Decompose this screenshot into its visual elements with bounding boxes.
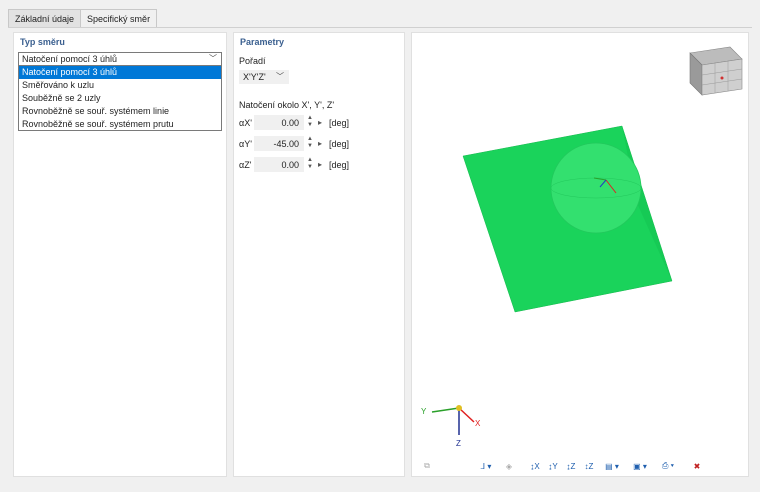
dropdown-option-member-system[interactable]: Rovnoběžně se souř. systémem prutu <box>19 118 221 131</box>
dropdown-option-angles[interactable]: Natočení pomocí 3 úhlů <box>19 66 221 79</box>
alpha-x-label: αX' <box>239 118 252 128</box>
global-axis-triad: Y X Z <box>421 405 481 448</box>
axis-z-label: Z <box>456 439 461 448</box>
rotation-label: Natočení okolo X', Y', Z' <box>239 100 335 110</box>
view-options-icon[interactable]: ◈ <box>500 457 518 475</box>
tab-specific-direction[interactable]: Specifický směr <box>80 9 158 28</box>
view-minus-z-icon[interactable]: ↕Z <box>580 457 598 475</box>
direction-type-title: Typ směru <box>20 37 65 47</box>
chevron-right-icon[interactable]: ▸ <box>318 139 322 148</box>
alpha-z-input[interactable]: 0.00 <box>254 157 304 172</box>
dropdown-option-node[interactable]: Směřováno k uzlu <box>19 79 221 92</box>
parameters-title: Parametry <box>240 37 285 47</box>
axes-dropdown-icon[interactable]: ⅃ ▾ <box>472 457 500 475</box>
print-dropdown-icon[interactable]: ⎙ ▾ <box>654 457 682 475</box>
direction-type-combo[interactable]: Natočení pomocí 3 úhlů ﹀ <box>18 52 222 66</box>
alpha-x-input[interactable]: 0.00 <box>254 115 304 130</box>
axis-y-label: Y <box>421 407 427 416</box>
parameters-panel: Parametry <box>233 32 405 477</box>
dropdown-option-two-nodes[interactable]: Souběžně se 2 uzly <box>19 92 221 105</box>
order-value: X'Y'Z' <box>243 72 266 82</box>
alpha-z-label: αZ' <box>239 160 252 170</box>
direction-type-value: Natočení pomocí 3 úhlů <box>22 54 118 64</box>
chevron-down-icon: ﹀ <box>209 54 217 63</box>
copy-view-icon[interactable]: ⧉ <box>418 457 436 475</box>
alpha-z-unit: [deg] <box>329 160 350 170</box>
view-minus-y-icon[interactable]: ↨Y <box>544 457 562 475</box>
3d-viewport[interactable]: Y X Z <box>412 33 748 457</box>
chevron-down-icon: ﹀ <box>276 72 284 81</box>
view-toolbar: ⧉ ⅃ ▾ ◈ ↨X ↨Y ↨Z ↕Z ▤ ▾ ▣ ▾ ⎙ ▾ ✖ <box>418 457 706 475</box>
dropdown-option-line-system[interactable]: Rovnoběžně se souř. systémem linie <box>19 105 221 118</box>
alpha-y-input[interactable]: -45.00 <box>254 136 304 151</box>
view-panel[interactable]: Y X Z <box>411 32 749 477</box>
tab-content-border <box>8 27 752 28</box>
alpha-x-spinner[interactable]: ▲ ▼ <box>306 115 314 130</box>
view-z-icon[interactable]: ↨Z <box>562 457 580 475</box>
direction-sphere <box>550 142 642 234</box>
chevron-right-icon[interactable]: ▸ <box>318 118 322 127</box>
direction-type-dropdown: Natočení pomocí 3 úhlů Směřováno k uzlu … <box>18 65 222 131</box>
order-combo[interactable]: X'Y'Z' ﹀ <box>239 70 289 84</box>
tab-basic-data[interactable]: Základní údaje <box>8 9 82 28</box>
view-x-icon[interactable]: ↨X <box>526 457 544 475</box>
alpha-z-spinner[interactable]: ▲ ▼ <box>306 157 314 172</box>
alpha-y-spinner[interactable]: ▲ ▼ <box>306 136 314 151</box>
alpha-x-unit: [deg] <box>329 118 350 128</box>
display-dropdown-icon[interactable]: ▤ ▾ <box>598 457 626 475</box>
alpha-y-unit: [deg] <box>329 139 350 149</box>
render-dropdown-icon[interactable]: ▣ ▾ <box>626 457 654 475</box>
tab-bar: Základní údaje Specifický směr <box>8 9 158 28</box>
reset-view-icon[interactable]: ✖ <box>688 457 706 475</box>
alpha-y-label: αY' <box>239 139 252 149</box>
chevron-right-icon[interactable]: ▸ <box>318 160 322 169</box>
order-label: Pořadí <box>239 56 266 66</box>
navigation-cube-icon[interactable] <box>689 46 743 96</box>
axis-x-label: X <box>475 419 481 428</box>
